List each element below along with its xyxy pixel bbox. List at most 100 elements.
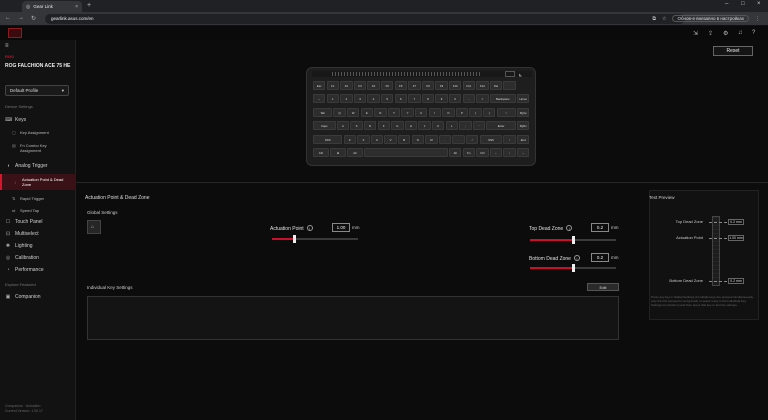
key[interactable]: Del [489, 81, 503, 90]
key[interactable]: W [347, 107, 360, 117]
key[interactable]: - [462, 94, 475, 104]
key[interactable]: A [336, 121, 350, 131]
url-field[interactable]: gearlink.asus.com/en [45, 14, 685, 24]
back-icon[interactable]: ← [5, 15, 11, 21]
top-dead-zone-input[interactable]: 0.2 [591, 223, 609, 232]
bookmark-star-icon[interactable]: ☆ [662, 16, 666, 22]
sidebar-item-calibration[interactable]: ◎ Calibration [0, 255, 76, 261]
actuation-point-input[interactable]: 1.00 [332, 223, 350, 232]
sidebar-item-keys[interactable]: ⌨ Keys [0, 117, 76, 123]
key[interactable]: F11 [462, 81, 475, 90]
key[interactable]: ; [459, 121, 472, 131]
reset-button[interactable]: Reset [713, 46, 753, 56]
sidebar-item-analog-trigger[interactable]: ◑ Analog Trigger [0, 163, 76, 169]
key[interactable]: Ctrl [476, 148, 489, 157]
key[interactable]: F7 [408, 81, 421, 90]
key[interactable]: ' [472, 121, 486, 131]
share-icon[interactable]: ⇪ [708, 30, 713, 37]
key[interactable]: → [517, 148, 530, 157]
key[interactable]: F [377, 121, 390, 131]
key[interactable]: K [432, 121, 445, 131]
key[interactable]: ← [489, 148, 503, 157]
key[interactable]: 6 [394, 94, 407, 104]
key[interactable]: D [364, 121, 377, 131]
key[interactable]: 7 [408, 94, 421, 104]
key[interactable]: Q [333, 107, 346, 117]
key[interactable]: Y [401, 107, 414, 117]
key[interactable]: ⊞ [330, 148, 346, 157]
extensions-icon[interactable]: ⧉ [652, 16, 656, 22]
key[interactable]: F6 [394, 81, 407, 90]
key[interactable]: \ [496, 107, 516, 117]
sidebar-item-lighting[interactable]: ✺ Lighting [0, 243, 76, 249]
forward-icon[interactable]: → [18, 15, 24, 21]
key[interactable] [364, 148, 448, 157]
settings-gear-icon[interactable]: ⚙ [723, 30, 728, 37]
key[interactable]: S [350, 121, 363, 131]
key[interactable]: Tab [313, 107, 333, 117]
key[interactable]: E [360, 107, 373, 117]
key[interactable]: PgUp [517, 107, 530, 117]
tab-close-icon[interactable]: × [75, 4, 78, 10]
browser-tab[interactable]: ◎ Gear Link × [22, 1, 82, 12]
key[interactable]: H [404, 121, 418, 131]
key[interactable]: C [370, 134, 384, 144]
slider-thumb[interactable] [292, 235, 296, 243]
key[interactable]: 2 [340, 94, 353, 104]
help-icon[interactable]: ? [752, 30, 755, 36]
key[interactable]: Backspace [489, 94, 516, 104]
key[interactable]: Alt [449, 148, 462, 157]
info-icon[interactable]: i [566, 225, 573, 231]
top-dead-zone-slider[interactable] [530, 236, 616, 244]
key[interactable]: 0 [449, 94, 462, 104]
key[interactable]: T [387, 107, 401, 117]
key[interactable]: = [476, 94, 489, 104]
key[interactable]: Caps [313, 121, 336, 131]
profile-chip[interactable]: Обнов-е внезапно в настройках [672, 15, 749, 22]
key[interactable]: U [415, 107, 428, 117]
key[interactable]: Esc [313, 81, 326, 90]
sidebar-item-fn-combo[interactable]: ▤ Fn Combo Key Assignment [0, 143, 76, 153]
key[interactable]: J [418, 121, 431, 131]
edit-button[interactable]: Edit [587, 283, 619, 291]
slider-thumb[interactable] [572, 264, 575, 272]
global-key-tile[interactable]: ⌂ [87, 220, 101, 234]
key[interactable]: [ [469, 107, 482, 117]
key[interactable]: F4 [367, 81, 380, 90]
info-icon[interactable]: i [573, 255, 580, 261]
key[interactable]: 4 [367, 94, 380, 104]
key[interactable]: ] [483, 107, 496, 117]
key[interactable] [503, 81, 516, 90]
hamburger-menu-icon[interactable]: ≡ [5, 43, 9, 49]
key[interactable]: F3 [353, 81, 367, 90]
key[interactable]: M [425, 134, 438, 144]
reload-icon[interactable]: ↻ [31, 15, 36, 22]
key[interactable]: Shift [313, 134, 343, 144]
key[interactable]: N [411, 134, 424, 144]
sidebar-item-touch-panel[interactable]: ☐ Touch Panel [0, 219, 76, 225]
sidebar-item-actuation-point[interactable]: ↕ Actuation Point & Dead Zone [0, 174, 76, 190]
sidebar-item-companion[interactable]: ▣ Companion [0, 294, 76, 300]
new-tab-icon[interactable]: + [87, 2, 91, 9]
bottom-dead-zone-input[interactable]: 0.2 [591, 253, 609, 262]
sidebar-item-key-assignment[interactable]: ▢ Key Assignment [0, 130, 76, 135]
key[interactable]: Shift [479, 134, 503, 144]
key[interactable]: I [428, 107, 441, 117]
profile-select[interactable]: Default Profile ▾ [5, 85, 69, 96]
key[interactable]: F8 [421, 81, 435, 90]
key[interactable]: 9 [435, 94, 448, 104]
key[interactable]: R [374, 107, 387, 117]
key[interactable]: Home [517, 94, 530, 104]
key[interactable]: X [357, 134, 370, 144]
key[interactable]: F2 [340, 81, 353, 90]
key[interactable]: F5 [381, 81, 394, 90]
key[interactable]: 8 [421, 94, 435, 104]
key[interactable]: 5 [381, 94, 394, 104]
key[interactable]: F1 [326, 81, 339, 90]
key[interactable]: V [384, 134, 397, 144]
key[interactable]: Alt [347, 148, 363, 157]
sidebar-item-multiselect[interactable]: ⊡ Multiselect [0, 231, 76, 237]
key[interactable]: F10 [449, 81, 462, 90]
key[interactable]: . [452, 134, 465, 144]
actuation-point-slider[interactable] [272, 235, 358, 243]
